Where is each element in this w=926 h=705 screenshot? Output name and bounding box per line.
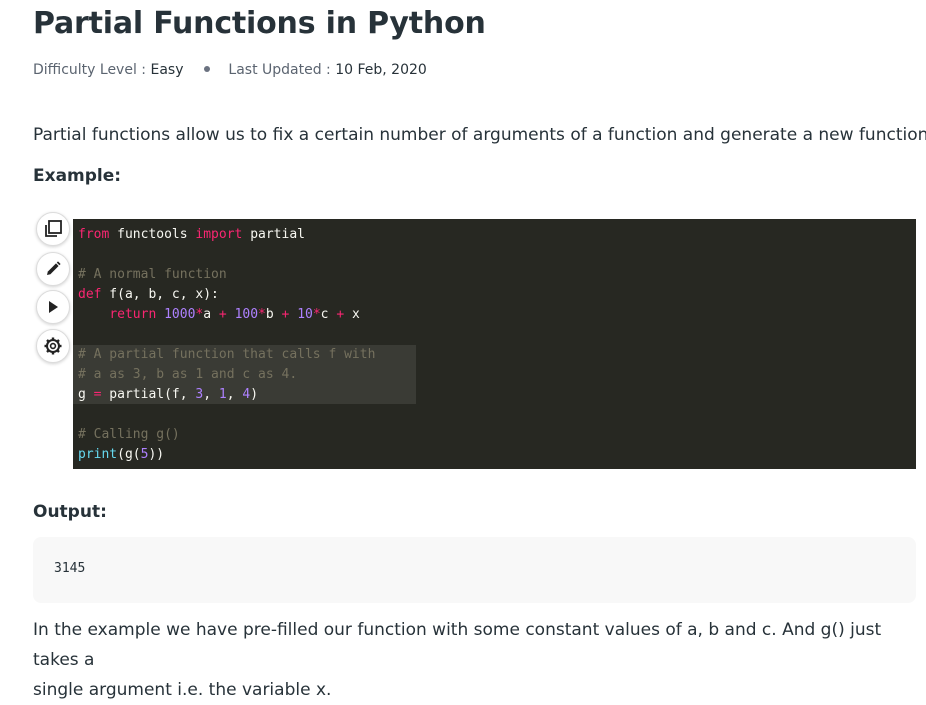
output-heading: Output: xyxy=(33,502,107,522)
code-line: return 1000*a + 100*b + 10*c + x xyxy=(109,307,360,322)
code-block[interactable]: from functools import partial # A normal… xyxy=(73,219,916,469)
settings-button[interactable] xyxy=(36,329,70,363)
explanation-paragraph: In the example we have pre-filled our fu… xyxy=(33,615,913,705)
code-line: def f(a, b, c, x): xyxy=(78,287,219,302)
example-heading: Example: xyxy=(33,166,122,186)
page-title: Partial Functions in Python xyxy=(33,6,486,41)
code-line: from functools import partial xyxy=(78,227,305,242)
code-line: print(g(5)) xyxy=(78,447,165,462)
difficulty-label: Difficulty Level : xyxy=(33,62,151,78)
updated-label: Last Updated : xyxy=(228,62,336,78)
code-line: # A partial function that calls f with xyxy=(78,347,376,362)
intro-paragraph: Partial functions allow us to fix a cert… xyxy=(33,125,926,145)
difficulty-value[interactable]: Easy xyxy=(150,62,183,78)
code-line: # A normal function xyxy=(78,267,227,282)
edit-button[interactable] xyxy=(36,252,70,286)
article-meta: Difficulty Level : Easy Last Updated : 1… xyxy=(33,62,427,78)
output-block: 3145 xyxy=(33,537,916,603)
settings-icon xyxy=(44,337,62,355)
run-icon xyxy=(49,301,58,313)
code-line: g = partial(f, 3, 1, 4) xyxy=(78,387,259,402)
edit-icon xyxy=(47,261,61,275)
code-line: # a as 3, b as 1 and c as 4. xyxy=(78,367,298,382)
separator-dot xyxy=(203,66,210,72)
updated-value: 10 Feb, 2020 xyxy=(335,62,427,78)
copy-icon xyxy=(45,220,62,237)
explanation-line: In the example we have pre-filled our fu… xyxy=(33,620,882,670)
code-line: # Calling g() xyxy=(78,427,180,442)
run-button[interactable] xyxy=(36,290,70,324)
copy-button[interactable] xyxy=(36,212,70,246)
